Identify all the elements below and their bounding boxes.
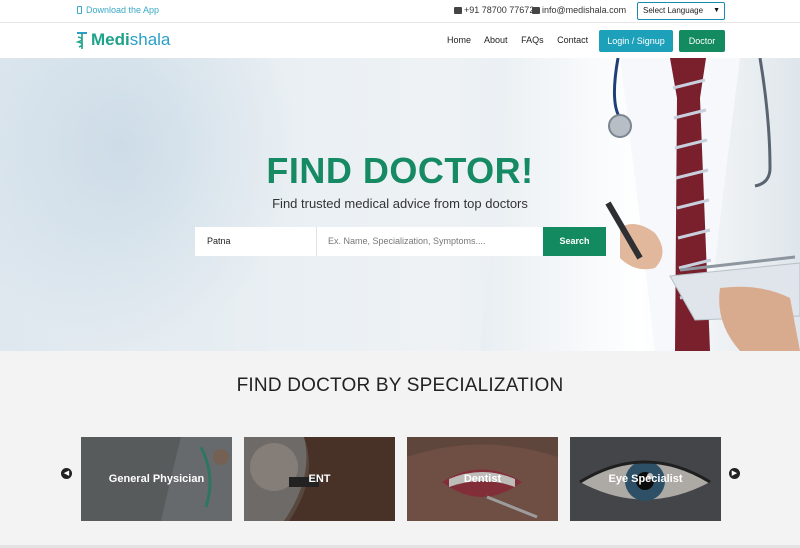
logo-text-medi: Medi: [91, 30, 130, 49]
nav-home[interactable]: Home: [447, 35, 471, 45]
mobile-icon: [77, 6, 82, 14]
language-select-value: Select Language: [643, 6, 704, 15]
carousel-next-button[interactable]: ▶: [729, 468, 740, 479]
nav-links: Home About FAQs Contact: [447, 35, 599, 45]
carousel-prev-button[interactable]: ◀: [61, 468, 72, 479]
nav-contact[interactable]: Contact: [557, 35, 588, 45]
specialization-section-title: FIND DOCTOR BY SPECIALIZATION: [236, 375, 564, 396]
city-input[interactable]: Patna: [195, 227, 317, 256]
email-contact[interactable]: info@medishala.com: [532, 5, 626, 15]
doctor-search-form: Patna Ex. Name, Specialization, Symptoms…: [195, 227, 606, 256]
language-select[interactable]: Select Language ▼: [637, 2, 725, 20]
chevron-left-icon: ◀: [63, 470, 70, 477]
chevron-right-icon: ▶: [731, 470, 738, 477]
specialization-card-dentist[interactable]: Dentist: [407, 437, 558, 521]
envelope-icon: [532, 7, 540, 14]
specialization-card-eye-specialist[interactable]: Eye Specialist: [570, 437, 721, 521]
nav-faqs[interactable]: FAQs: [521, 35, 544, 45]
nav-about[interactable]: About: [484, 35, 508, 45]
card-label: Dentist: [463, 473, 502, 485]
card-label: Eye Specialist: [608, 473, 683, 485]
top-bar: Download the App +91 78700 77672 info@me…: [0, 0, 800, 23]
phone-contact: +91 78700 77672: [454, 5, 534, 15]
phone-number: +91 78700 77672: [464, 5, 535, 15]
login-signup-button[interactable]: Login / Signup: [599, 30, 673, 52]
search-button[interactable]: Search: [543, 227, 606, 256]
dropdown-caret-icon: ▼: [713, 7, 720, 14]
site-logo[interactable]: Medi shala: [75, 29, 170, 51]
card-label: ENT: [308, 473, 331, 485]
card-label: General Physician: [108, 473, 205, 485]
download-app-label: Download the App: [86, 5, 160, 15]
main-nav: Medi shala Home About FAQs Contact Login …: [0, 23, 800, 58]
email-address: info@medishala.com: [542, 5, 627, 15]
doctor-button[interactable]: Doctor: [679, 30, 725, 52]
hero-banner: FIND DOCTOR! Find trusted medical advice…: [0, 58, 800, 351]
caduceus-logo-icon: [75, 32, 87, 49]
specialization-card-ent[interactable]: ENT: [244, 437, 395, 521]
search-input[interactable]: Ex. Name, Specialization, Symptoms....: [317, 227, 543, 256]
hero-title: FIND DOCTOR!: [266, 150, 534, 191]
phone-icon: [454, 7, 462, 14]
specialization-card-general-physician[interactable]: General Physician: [81, 437, 232, 521]
download-app-link[interactable]: Download the App: [77, 5, 159, 15]
hero-subtitle: Find trusted medical advice from top doc…: [272, 196, 528, 211]
logo-text-shala: shala: [129, 30, 171, 49]
